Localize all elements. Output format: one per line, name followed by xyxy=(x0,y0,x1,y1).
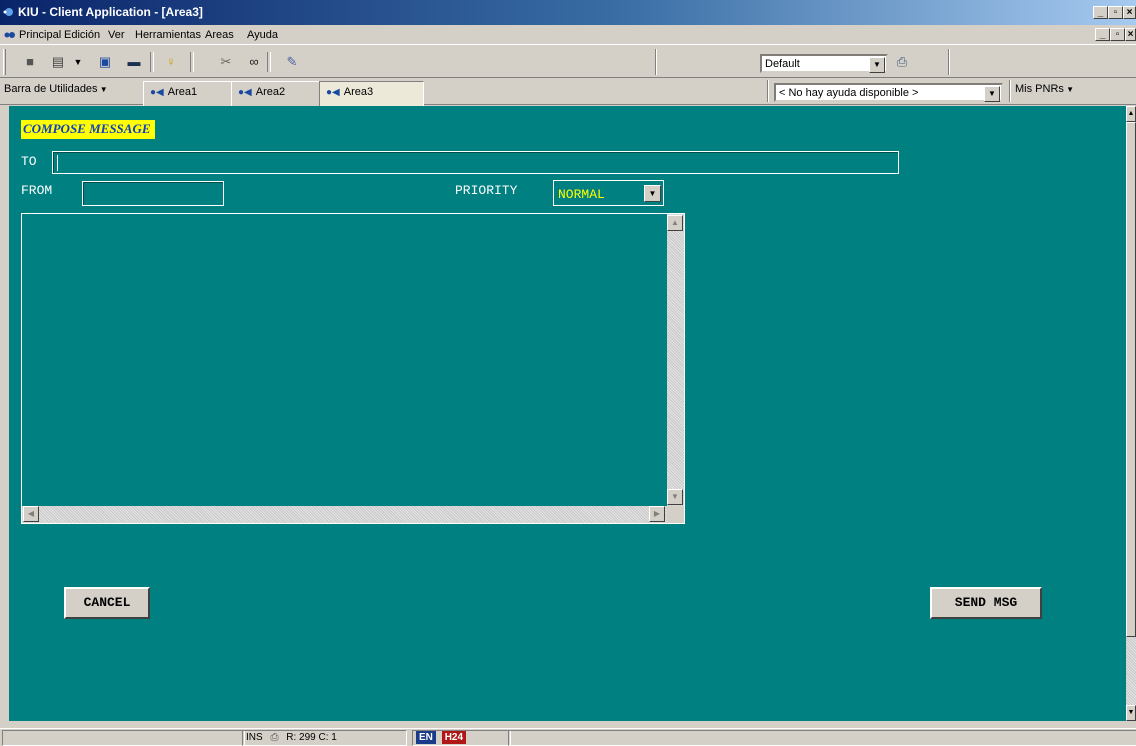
menu-edicion[interactable]: Edición xyxy=(64,29,100,41)
pnrs-menu[interactable]: Mis PNRs ▼ xyxy=(1015,83,1074,95)
calendar-icon[interactable]: ▣ xyxy=(95,53,115,71)
printer-icon: ⎙ xyxy=(270,732,279,743)
to-label: TO xyxy=(21,154,37,169)
mdi-restore-button[interactable]: ▫ xyxy=(1110,28,1125,41)
toolbar-divider xyxy=(655,49,657,75)
window-title: KIU - Client Application - [Area3] xyxy=(18,5,203,19)
status-mode: INS xyxy=(246,732,263,743)
window-vertical-scrollbar[interactable]: ▲ ▼ xyxy=(1126,106,1136,721)
scroll-up-button[interactable]: ▲ xyxy=(1126,106,1136,122)
profile-combo[interactable]: Default ▼ xyxy=(760,54,888,73)
pnrs-label: Mis PNRs xyxy=(1015,83,1064,95)
from-field[interactable] xyxy=(82,181,224,206)
language-badge: EN xyxy=(416,731,436,744)
tab-divider xyxy=(767,80,769,102)
menu-herramientas[interactable]: Herramientas xyxy=(135,29,201,41)
scroll-right-button[interactable]: ▶ xyxy=(649,506,665,522)
toolbar-grip[interactable] xyxy=(3,49,6,75)
minimize-button[interactable]: _ xyxy=(1093,6,1108,19)
scroll-up-button[interactable]: ▲ xyxy=(667,215,683,231)
printer-icon[interactable]: ⎙ xyxy=(892,53,912,71)
mdi-minimize-button[interactable]: _ xyxy=(1095,28,1110,41)
cancel-button[interactable]: CANCEL xyxy=(64,587,150,619)
scroll-left-button[interactable]: ◀ xyxy=(23,506,39,522)
restore-button[interactable]: ▫ xyxy=(1108,6,1123,19)
utilities-label: Barra de Utilidades xyxy=(4,83,98,95)
menu-ayuda[interactable]: Ayuda xyxy=(247,29,278,41)
profile-combo-value: Default xyxy=(765,58,800,70)
compose-form: COMPOSE MESSAGE TO FROM PRIORITY NORMAL … xyxy=(9,106,1126,721)
menu-bar: Principal Edición Ver Herramientas Areas… xyxy=(0,25,1136,44)
to-field[interactable] xyxy=(52,151,899,174)
priority-value: NORMAL xyxy=(558,187,605,202)
scroll-thumb[interactable] xyxy=(1126,122,1136,637)
monitor-icon[interactable]: ▬ xyxy=(124,53,144,71)
tab-divider xyxy=(1009,80,1011,102)
message-body-field[interactable]: ▲ ▼ ◀ ▶ xyxy=(21,213,685,524)
status-position: R: 299 C: 1 xyxy=(286,732,337,743)
text-cursor xyxy=(57,155,58,171)
tab-bar: Barra de Utilidades ▼ ●◀ Area1 ●◀ Area2 ●◀… xyxy=(0,78,1136,108)
close-button[interactable]: × xyxy=(1123,6,1136,19)
lightbulb-icon[interactable]: ♀ xyxy=(161,53,181,71)
area-icon: ●◀ xyxy=(238,87,252,98)
toolbar-separator xyxy=(150,52,154,72)
tab-area2[interactable]: ●◀ Area2 xyxy=(231,81,325,108)
help-combo[interactable]: < No hay ayuda disponible > ▼ xyxy=(774,83,1003,102)
toolbar-divider xyxy=(948,49,950,75)
scroll-down-button[interactable]: ▼ xyxy=(667,489,683,505)
priority-select[interactable]: NORMAL ▼ xyxy=(553,180,664,206)
tab-area1[interactable]: ●◀ Area1 xyxy=(143,81,237,108)
tools-icon[interactable]: ✂ xyxy=(216,53,236,71)
chevron-down-icon[interactable]: ▼ xyxy=(869,57,885,73)
binoculars-icon[interactable]: ∞ xyxy=(244,53,264,71)
tab-label: Area1 xyxy=(167,86,198,98)
tab-label: Area2 xyxy=(255,86,286,98)
scroll-down-button[interactable]: ▼ xyxy=(1126,705,1136,721)
tab-label: Area3 xyxy=(343,86,374,98)
menu-ver[interactable]: Ver xyxy=(108,29,125,41)
scrollbar-corner xyxy=(667,506,684,523)
frame-left xyxy=(0,106,9,728)
tab-area3[interactable]: ●◀ Area3 xyxy=(319,81,424,108)
toolbar-separator xyxy=(190,52,194,72)
magic-wand-icon[interactable]: ✎ xyxy=(282,53,302,71)
menu-areas[interactable]: Areas xyxy=(205,29,234,41)
utilities-menu[interactable]: Barra de Utilidades ▼ xyxy=(4,83,108,95)
title-bar[interactable]: KIU - Client Application - [Area3] _ ▫ × xyxy=(0,0,1136,25)
chevron-down-icon[interactable]: ▼ xyxy=(984,86,1000,102)
app-logo-icon xyxy=(3,8,13,16)
print-icon[interactable]: ■ xyxy=(20,53,40,71)
frame-bottom xyxy=(9,721,1136,728)
mdi-doc-icon[interactable] xyxy=(4,31,16,39)
mdi-close-button[interactable]: × xyxy=(1125,28,1136,41)
vertical-scrollbar[interactable]: ▲ ▼ xyxy=(667,214,684,506)
document-icon[interactable]: ▤ xyxy=(48,53,68,71)
page-title: COMPOSE MESSAGE xyxy=(21,120,155,139)
chevron-down-icon: ▼ xyxy=(1063,85,1075,94)
toolbar-separator xyxy=(267,52,271,72)
status-bar: INS ⎙ R: 299 C: 1 EN H24 xyxy=(0,728,1136,746)
horizontal-scrollbar[interactable]: ◀ ▶ xyxy=(22,506,667,523)
toolbar: ■ ▤ ▼ ▣ ▬ ♀ ✂ ∞ ✎ Default ▼ ⎙ xyxy=(0,44,1136,78)
clock-badge: H24 xyxy=(441,731,467,744)
chevron-down-icon[interactable]: ▼ xyxy=(644,185,661,202)
from-label: FROM xyxy=(21,183,53,198)
dropdown-arrow-icon[interactable]: ▼ xyxy=(68,53,88,71)
area-icon: ●◀ xyxy=(150,87,164,98)
area-icon: ●◀ xyxy=(326,87,340,98)
chevron-down-icon: ▼ xyxy=(97,85,108,94)
priority-label: PRIORITY xyxy=(455,183,518,198)
help-combo-value: < No hay ayuda disponible > xyxy=(779,87,919,99)
menu-principal[interactable]: Principal xyxy=(19,29,61,41)
send-message-button[interactable]: SEND MSG xyxy=(930,587,1042,619)
